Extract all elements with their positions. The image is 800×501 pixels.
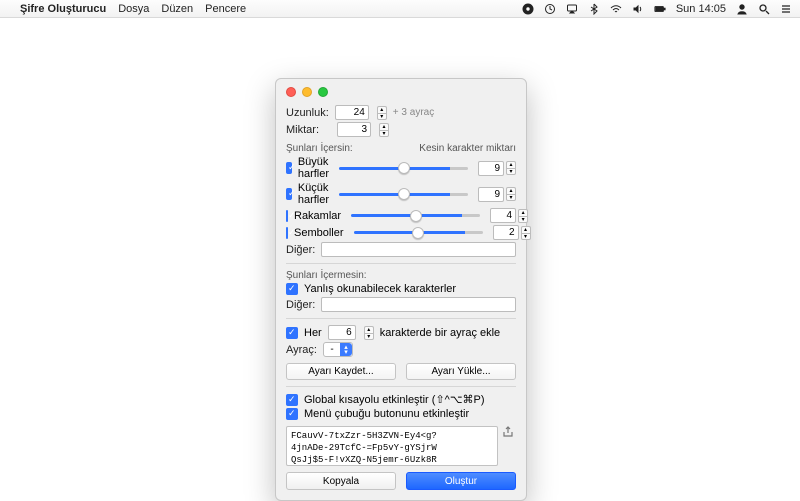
password-generator-window: Uzunluk: ▴▾ + 3 ayraç Miktar: ▴▾ Şunları… (275, 78, 527, 501)
bluetooth-icon[interactable] (588, 3, 600, 15)
include-count-stepper-2[interactable]: ▴▾ (518, 209, 528, 223)
include-other-label: Diğer: (286, 244, 315, 256)
include-count-input-3[interactable] (497, 227, 515, 238)
include-count-field-3[interactable] (493, 225, 519, 240)
include-count-input-1[interactable] (482, 189, 500, 200)
separator-every-input[interactable] (332, 327, 352, 338)
include-label-1: Küçük harfler (298, 182, 329, 206)
amount-field[interactable] (337, 122, 371, 137)
exclude-other-input[interactable] (321, 297, 516, 312)
include-slider-0[interactable] (339, 167, 468, 170)
share-icon[interactable] (502, 426, 514, 438)
include-count-stepper-3[interactable]: ▴▾ (521, 226, 531, 240)
output-textarea[interactable] (286, 426, 498, 466)
length-input[interactable] (339, 107, 365, 118)
spotlight-icon[interactable] (758, 3, 770, 15)
length-field[interactable] (335, 105, 369, 120)
exact-header: Kesin karakter miktarı (419, 143, 516, 154)
global-shortcut-label: Global kısayolu etkinleştir (⇧^⌥⌘P) (304, 393, 485, 406)
menubar: Şifre Oluşturucu Dosya Düzen Pencere Sun… (0, 0, 800, 18)
separator-label: Ayraç: (286, 344, 317, 356)
include-count-field-0[interactable] (478, 161, 504, 176)
include-count-field-1[interactable] (478, 187, 504, 202)
include-checkbox-2[interactable] (286, 210, 288, 222)
save-preset-button[interactable]: Ayarı Kaydet... (286, 363, 396, 380)
menu-file[interactable]: Dosya (118, 3, 149, 15)
include-other-input[interactable] (321, 242, 516, 257)
menubar-icon-label: Menü çubuğu butonunu etkinleştir (304, 408, 469, 420)
include-checkbox-3[interactable] (286, 227, 288, 239)
include-header: Şunları İçersin: (286, 143, 353, 154)
divider (286, 263, 516, 264)
generate-button[interactable]: Oluştur (406, 472, 516, 490)
copy-button[interactable]: Kopyala (286, 472, 396, 490)
include-slider-3[interactable] (354, 231, 483, 234)
amount-input[interactable] (341, 124, 367, 135)
exclude-header: Şunları İçermesin: (286, 270, 367, 281)
user-icon[interactable] (736, 3, 748, 15)
menu-edit[interactable]: Düzen (161, 3, 193, 15)
wifi-icon[interactable] (610, 3, 622, 15)
include-count-stepper-0[interactable]: ▴▾ (506, 161, 516, 175)
divider (286, 386, 516, 387)
include-count-input-0[interactable] (482, 163, 500, 174)
include-label-2: Rakamlar (294, 210, 341, 222)
length-label: Uzunluk: (286, 107, 329, 119)
volume-icon[interactable] (632, 3, 644, 15)
menubar-icon-checkbox[interactable] (286, 408, 298, 420)
load-preset-button[interactable]: Ayarı Yükle... (406, 363, 516, 380)
separator-select[interactable]: - ▴▾ (323, 342, 353, 357)
menubar-clock[interactable]: Sun 14:05 (676, 3, 726, 15)
length-stepper[interactable]: ▴▾ (377, 106, 387, 120)
separator-every-stepper[interactable]: ▴▾ (364, 326, 374, 340)
separator-every-label: Her (304, 327, 322, 339)
app-title[interactable]: Şifre Oluşturucu (20, 3, 106, 15)
divider (286, 318, 516, 319)
include-count-stepper-1[interactable]: ▴▾ (506, 187, 516, 201)
separator-value: - (330, 344, 333, 355)
window-close-button[interactable] (286, 87, 296, 97)
window-titlebar (286, 85, 516, 103)
window-minimize-button[interactable] (302, 87, 312, 97)
exclude-other-label: Diğer: (286, 299, 315, 311)
include-checkbox-0[interactable] (286, 162, 292, 174)
include-checkbox-1[interactable] (286, 188, 292, 200)
include-count-field-2[interactable] (490, 208, 516, 223)
battery-icon[interactable] (654, 3, 666, 15)
separator-every-field[interactable] (328, 325, 356, 340)
window-zoom-button[interactable] (318, 87, 328, 97)
separator-every-checkbox[interactable] (286, 327, 298, 339)
separator-every-suffix: karakterde bir ayraç ekle (380, 327, 500, 339)
amount-label: Miktar: (286, 124, 319, 136)
include-slider-2[interactable] (351, 214, 480, 217)
length-suffix: + 3 ayraç (393, 107, 434, 118)
exclude-ambiguous-label: Yanlış okunabilecek karakterler (304, 283, 456, 295)
notification-center-icon[interactable] (780, 3, 792, 15)
chevron-updown-icon: ▴▾ (340, 343, 352, 356)
status-dot-icon[interactable] (522, 3, 534, 15)
exclude-ambiguous-checkbox[interactable] (286, 283, 298, 295)
global-shortcut-checkbox[interactable] (286, 394, 298, 406)
timemachine-icon[interactable] (544, 3, 556, 15)
include-count-input-2[interactable] (494, 210, 512, 221)
include-label-3: Semboller (294, 227, 344, 239)
include-label-0: Büyük harfler (298, 156, 329, 180)
include-slider-1[interactable] (339, 193, 468, 196)
airplay-icon[interactable] (566, 3, 578, 15)
menu-window[interactable]: Pencere (205, 3, 246, 15)
amount-stepper[interactable]: ▴▾ (379, 123, 389, 137)
